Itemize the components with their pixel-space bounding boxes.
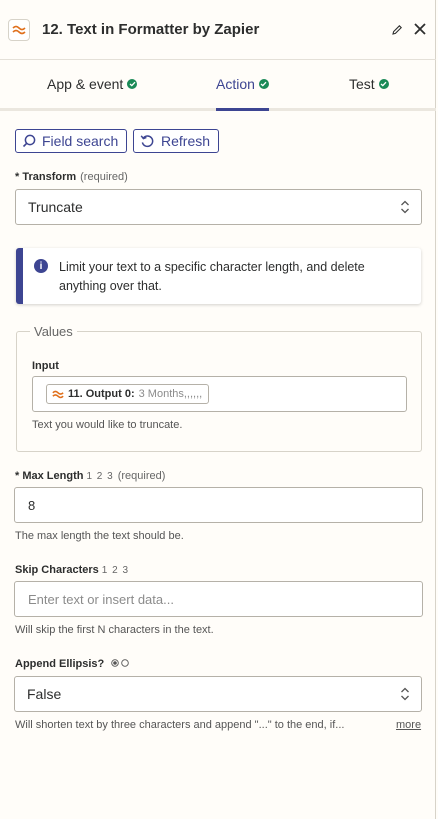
field-search-label: Field search (42, 133, 119, 149)
tab-app-event[interactable]: App & event (47, 76, 138, 92)
tab-label: App & event (47, 76, 124, 92)
transform-value: Truncate (28, 199, 83, 215)
tab-action[interactable]: Action (216, 76, 269, 92)
skip-characters-input[interactable]: Enter text or insert data... (14, 581, 423, 617)
skip-characters-label: Skip Characters 1 2 3 (15, 564, 129, 576)
append-ellipsis-help: Will shorten text by three characters an… (15, 719, 345, 731)
append-ellipsis-label: Append Ellipsis? (15, 658, 131, 670)
formatter-step-panel: 12. Text in Formatter by Zapier App & ev… (0, 0, 436, 819)
search-icon (22, 134, 36, 148)
tab-label: Action (216, 76, 255, 92)
max-length-label-text: Max Length (22, 470, 84, 482)
values-fieldset: Values Input 11. Output 0: 3 Months,,,,,… (16, 324, 422, 452)
max-length-help: The max length the text should be. (15, 530, 184, 542)
transform-select[interactable]: Truncate (15, 189, 422, 225)
info-banner: i Limit your text to a specific characte… (16, 248, 421, 304)
append-ellipsis-label-text: Append Ellipsis? (15, 658, 105, 670)
panel-header: 12. Text in Formatter by Zapier (0, 0, 436, 60)
info-text: Limit your text to a specific character … (59, 260, 365, 293)
refresh-label: Refresh (161, 133, 211, 149)
max-length-label: * Max Length 1 2 3 (required) (15, 470, 166, 482)
input-field[interactable]: 11. Output 0: 3 Months,,,,,, (32, 376, 407, 412)
input-help: Text you would like to truncate. (32, 419, 183, 431)
input-label: Input (32, 360, 59, 372)
more-link[interactable]: more (396, 719, 421, 731)
append-ellipsis-value: False (27, 686, 62, 702)
step-title: 12. Text in Formatter by Zapier (42, 21, 260, 38)
append-ellipsis-select[interactable]: False (14, 676, 422, 712)
required-hint: (required) (80, 171, 128, 183)
pencil-icon[interactable] (391, 23, 403, 35)
refresh-button[interactable]: Refresh (133, 129, 220, 153)
transform-label-text: Transform (22, 171, 77, 183)
formatter-app-icon (52, 390, 64, 398)
required-hint: (required) (117, 470, 166, 482)
close-icon[interactable] (413, 22, 427, 36)
max-length-input[interactable]: 8 (14, 487, 423, 523)
tab-label: Test (349, 76, 375, 92)
skip-characters-help: Will skip the first N characters in the … (15, 624, 214, 636)
number-type-hint: 1 2 3 (101, 565, 130, 576)
boolean-type-icon (111, 659, 130, 667)
chevron-updown-icon (401, 687, 409, 701)
pill-key: 11. Output 0: (68, 388, 135, 400)
step-tabs: App & event Action Test (0, 61, 436, 111)
chevron-updown-icon (401, 200, 409, 214)
tab-test[interactable]: Test (349, 76, 389, 92)
refresh-icon (140, 134, 154, 147)
active-tab-indicator (216, 108, 269, 111)
skip-characters-placeholder: Enter text or insert data... (28, 591, 174, 607)
max-length-value: 8 (28, 497, 36, 513)
info-icon: i (34, 259, 48, 273)
values-legend: Values (30, 324, 77, 339)
field-search-button[interactable]: Field search (15, 129, 128, 153)
pill-value: 3 Months,,,,,, (138, 388, 203, 400)
transform-label: * Transform (required) (15, 171, 128, 183)
skip-characters-label-text: Skip Characters (15, 564, 99, 576)
number-type-hint: 1 2 3 (86, 471, 114, 482)
mapped-field-pill[interactable]: 11. Output 0: 3 Months,,,,,, (46, 384, 210, 404)
check-circle-icon (258, 79, 269, 89)
check-circle-icon (127, 79, 138, 89)
check-circle-icon (378, 79, 389, 89)
formatter-app-icon (8, 19, 30, 41)
